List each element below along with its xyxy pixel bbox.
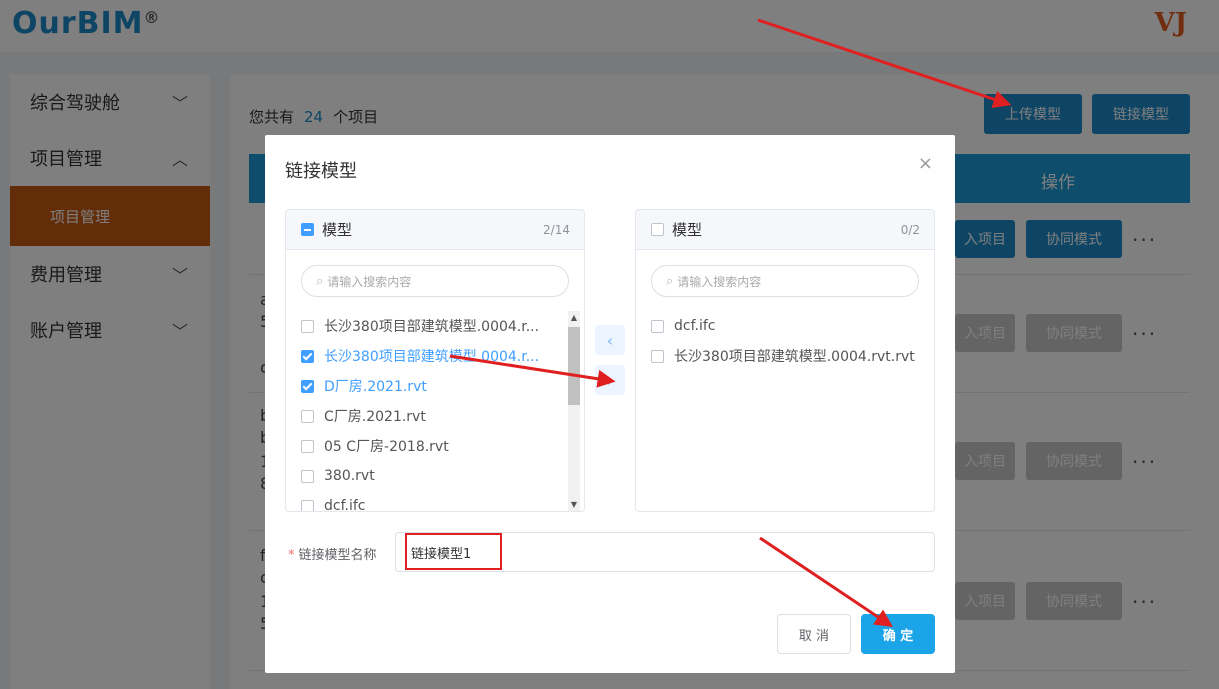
item-checkbox[interactable] xyxy=(651,349,664,363)
item-label: dcf.ifc xyxy=(324,498,366,511)
item-label: C厂房.2021.rvt xyxy=(324,409,426,425)
model-list[interactable]: dcf.ifc 长沙380项目部建筑模型.0004.rvt.rvt xyxy=(636,311,934,511)
selection-count: 2/14 xyxy=(543,222,570,237)
item-label: dcf.ifc xyxy=(674,318,716,334)
item-checkbox[interactable] xyxy=(301,379,314,393)
scroll-down-arrow-icon[interactable]: ▼ xyxy=(569,500,579,509)
search-icon: ⌕ xyxy=(666,273,674,289)
target-model-list: 模型 0/2 ⌕ 请输入搜索内容 dcf.ifc 长沙380项目部建筑模型.00… xyxy=(635,209,935,512)
selection-count: 0/2 xyxy=(900,222,920,237)
search-input[interactable]: ⌕ 请输入搜索内容 xyxy=(651,265,919,297)
item-label: 长沙380项目部建筑模型.0004.rvt.rvt xyxy=(674,349,915,365)
item-checkbox[interactable] xyxy=(301,409,314,423)
item-checkbox[interactable] xyxy=(651,319,664,333)
scroll-up-arrow-icon[interactable]: ▲ xyxy=(569,313,579,322)
link-model-dialog: 链接模型 × 模型 2/14 ⌕ 请输入搜索内容 长沙380项目部建筑模型.00… xyxy=(265,135,955,673)
search-input[interactable]: ⌕ 请输入搜索内容 xyxy=(301,265,569,297)
link-name-input[interactable] xyxy=(395,532,935,572)
select-all-checkbox[interactable] xyxy=(651,223,664,236)
list-item[interactable]: 380.rvt xyxy=(286,461,584,491)
close-icon[interactable]: × xyxy=(918,153,933,174)
link-name-label: * 链接模型名称 xyxy=(288,544,377,563)
item-label: 长沙380项目部建筑模型.0004.r... xyxy=(324,319,540,335)
dialog-title: 链接模型 xyxy=(285,161,357,182)
search-icon: ⌕ xyxy=(316,273,324,289)
list-item[interactable]: 05 C厂房-2018.rvt xyxy=(286,431,584,461)
item-checkbox[interactable] xyxy=(301,499,314,511)
item-label: 长沙380项目部建筑模型.0004.r... xyxy=(324,349,540,365)
list-item[interactable]: 长沙380项目部建筑模型.0004.rvt.rvt xyxy=(636,341,934,371)
panel-header: 模型 2/14 xyxy=(286,210,584,250)
model-list[interactable]: 长沙380项目部建筑模型.0004.r... 长沙380项目部建筑模型.0004… xyxy=(286,311,584,511)
cancel-button[interactable]: 取 消 xyxy=(777,614,851,654)
list-item[interactable]: dcf.ifc xyxy=(636,311,934,341)
confirm-button[interactable]: 确 定 xyxy=(861,614,935,654)
panel-title: 模型 xyxy=(672,221,703,239)
chevron-right-icon: › xyxy=(606,370,614,390)
search-placeholder: 请输入搜索内容 xyxy=(677,274,762,289)
required-mark: * xyxy=(288,548,295,563)
list-item[interactable]: dcf.ifc xyxy=(286,491,584,511)
item-checkbox[interactable] xyxy=(301,439,314,453)
list-item[interactable]: C厂房.2021.rvt xyxy=(286,401,584,431)
search-placeholder: 请输入搜索内容 xyxy=(327,274,412,289)
item-checkbox[interactable] xyxy=(301,319,314,333)
move-left-button[interactable]: ‹ xyxy=(595,325,625,355)
list-item[interactable]: 长沙380项目部建筑模型.0004.r... xyxy=(286,341,584,371)
item-checkbox[interactable] xyxy=(301,469,314,483)
item-label: D厂房.2021.rvt xyxy=(324,379,427,395)
move-right-button[interactable]: › xyxy=(595,365,625,395)
panel-title: 模型 xyxy=(322,221,353,239)
item-checkbox[interactable] xyxy=(301,349,314,363)
chevron-left-icon: ‹ xyxy=(606,330,614,350)
list-item[interactable]: D厂房.2021.rvt xyxy=(286,371,584,401)
list-item[interactable]: 长沙380项目部建筑模型.0004.r... xyxy=(286,311,584,341)
item-label: 380.rvt xyxy=(324,468,375,484)
item-label: 05 C厂房-2018.rvt xyxy=(324,439,449,455)
label-text: 链接模型名称 xyxy=(298,548,377,563)
panel-header: 模型 0/2 xyxy=(636,210,934,250)
scrollbar-thumb[interactable] xyxy=(568,327,580,405)
source-model-list: 模型 2/14 ⌕ 请输入搜索内容 长沙380项目部建筑模型.0004.r...… xyxy=(285,209,585,512)
select-all-checkbox[interactable] xyxy=(301,223,314,236)
